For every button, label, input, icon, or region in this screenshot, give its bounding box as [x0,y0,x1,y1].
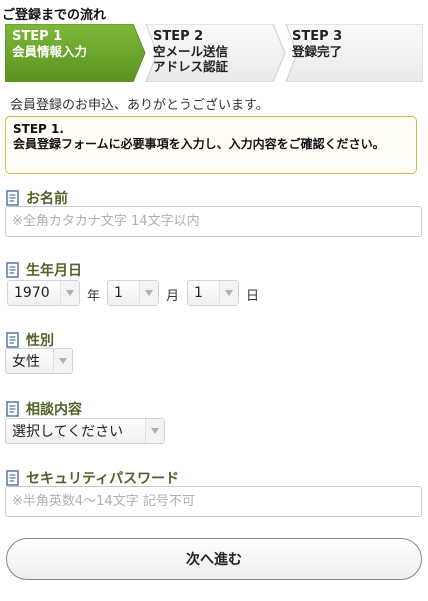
password-label: セキュリティパスワード [6,468,179,488]
birth-month-select[interactable]: 1 [107,280,159,306]
gender-select[interactable]: 女性 [5,348,73,374]
year-unit: 年 [87,289,101,304]
birth-day-select[interactable]: 1 [187,280,239,306]
name-input[interactable] [5,206,422,237]
memo-icon [6,332,20,348]
name-label: お名前 [6,188,68,208]
chevron-down-icon [219,281,238,305]
memo-icon [6,262,20,278]
flow-title: ご登録までの流れ [2,8,107,23]
memo-icon [6,190,20,206]
birth-year-select[interactable]: 1970 [7,280,80,306]
birth-day-value: 1 [194,285,203,301]
consult-label-text: 相談内容 [26,402,82,418]
notice-title: STEP 1. [13,122,64,136]
chevron-down-icon [139,281,158,305]
chevron-down-icon [145,419,164,443]
consult-select[interactable]: 選択してください [5,418,165,444]
step-2: STEP 2 空メール送信 アドレス認証 [153,29,228,74]
step-2-number: STEP 2 [153,29,204,44]
month-unit: 月 [166,289,180,304]
step-2-label-line2: アドレス認証 [153,59,229,74]
step-2-label-line1: 空メール送信 [153,44,229,59]
gender-label-text: 性別 [26,333,54,349]
consult-value: 選択してください [12,424,124,440]
step-1-label: 会員情報入力 [12,44,88,59]
memo-icon [6,401,20,417]
day-unit: 日 [246,289,260,304]
name-label-text: お名前 [26,191,68,207]
step-3-number: STEP 3 [292,29,343,44]
password-input[interactable] [5,486,422,517]
birthdate-label-text: 生年月日 [26,263,82,279]
memo-icon [6,470,20,486]
gender-value: 女性 [12,354,40,370]
chevron-down-icon [53,349,72,373]
birth-year-value: 1970 [14,285,50,301]
step-progress: STEP 1 会員情報入力 STEP 2 空メール送信 アドレス認証 STEP … [5,24,423,82]
step-3-label: 登録完了 [292,44,343,59]
consult-label: 相談内容 [6,399,82,419]
notice-body: 会員登録フォームに必要事項を入力し、入力内容をご確認ください。 [13,137,385,151]
chevron-down-icon [60,281,79,305]
birthdate-label: 生年月日 [6,260,82,280]
step-3: STEP 3 登録完了 [292,29,342,59]
next-button[interactable]: 次へ進む [6,538,422,580]
notice-box: STEP 1. 会員登録フォームに必要事項を入力し、入力内容をご確認ください。 [5,116,417,174]
welcome-text: 会員登録のお申込、ありがとうございます。 [10,98,269,113]
step-1-number: STEP 1 [12,29,63,44]
password-label-text: セキュリティパスワード [26,471,180,487]
gender-label: 性別 [6,330,54,350]
birth-month-value: 1 [114,285,123,301]
step-1: STEP 1 会員情報入力 [12,29,87,59]
